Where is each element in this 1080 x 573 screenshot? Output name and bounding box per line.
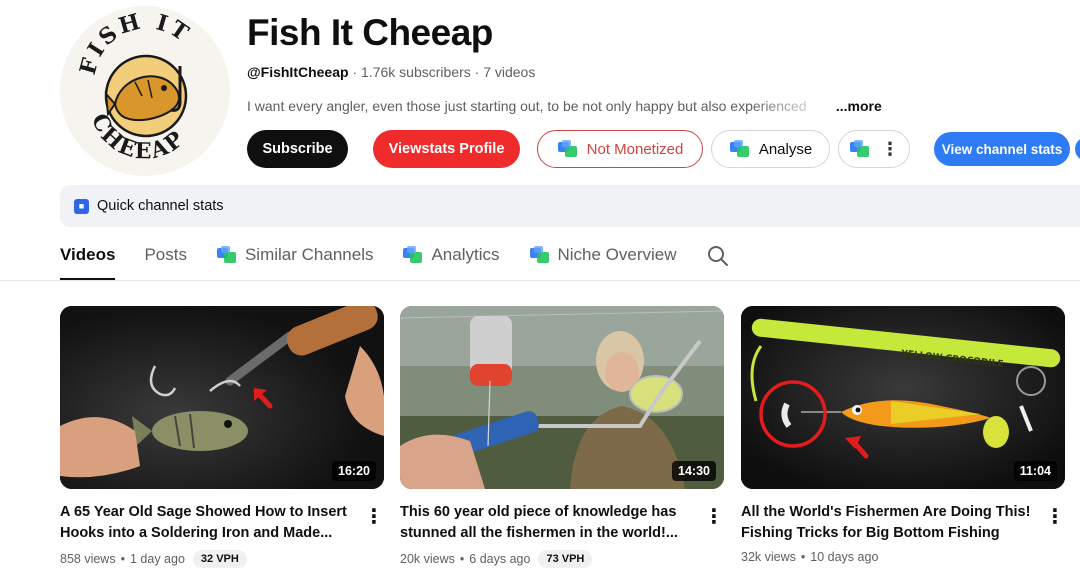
channel-tabs: Videos Posts Similar Channels Analytics … [60, 240, 730, 280]
meta-dot: • [120, 552, 125, 566]
channel-logo: FISH IT CHEEAP [60, 6, 230, 176]
more-vert-icon: ⋮ [881, 139, 899, 159]
description-text: I want every angler, even those just sta… [247, 98, 807, 114]
video-count: 7 videos [483, 64, 536, 80]
video-meta: 858 views • 1 day ago 32 VPH [60, 550, 247, 568]
search-icon[interactable] [706, 244, 730, 268]
tab-label: Analytics [431, 245, 500, 264]
video-duration: 16:20 [332, 461, 376, 481]
video-duration: 14:30 [672, 461, 716, 481]
tab-label: Posts [144, 245, 187, 264]
not-monetized-label: Not Monetized [586, 140, 684, 158]
video-meta: 32k views • 10 days ago [741, 550, 878, 564]
channel-meta: @FishItCheeap · 1.76k subscribers · 7 vi… [247, 64, 535, 80]
video-meta: 20k views • 6 days ago 73 VPH [400, 550, 593, 568]
stats-icon: ■ [74, 198, 89, 214]
video-age: 10 days ago [810, 550, 879, 564]
video-views: 32k views [741, 550, 796, 564]
subscriber-count: 1.76k subscribers [361, 64, 471, 80]
video-menu-icon[interactable]: ⋮ [704, 504, 724, 528]
quick-channel-stats-bar[interactable]: ■ Quick channel stats [60, 185, 1080, 227]
viewstats-icon [216, 246, 236, 263]
more-link[interactable]: ...more [836, 98, 882, 114]
view-channel-stats-button[interactable]: View channel stats [934, 132, 1070, 166]
overflow-button[interactable] [1075, 137, 1080, 161]
channel-description[interactable]: I want every angler, even those just sta… [247, 98, 887, 114]
meta-separator: · [474, 64, 480, 80]
video-title[interactable]: A 65 Year Old Sage Showed How to Insert … [60, 502, 350, 544]
tab-analytics[interactable]: Analytics [402, 240, 500, 280]
channel-handle[interactable]: @FishItCheeap [247, 64, 349, 80]
tab-label: Videos [60, 245, 116, 264]
quick-stats-label: Quick channel stats [97, 198, 224, 214]
video-menu-icon[interactable]: ⋮ [1045, 504, 1065, 528]
analyse-label: Analyse [758, 140, 813, 158]
tab-similar-channels[interactable]: Similar Channels [216, 240, 374, 280]
tab-videos[interactable]: Videos [60, 240, 116, 280]
tab-label: Niche Overview [557, 245, 677, 264]
viewstats-icon [529, 246, 549, 263]
tab-posts[interactable]: Posts [144, 240, 187, 280]
channel-avatar[interactable]: FISH IT CHEEAP [60, 6, 230, 176]
meta-dot: • [459, 552, 465, 566]
vph-badge: 73 VPH [538, 550, 593, 568]
channel-title: Fish It Cheeap [247, 12, 493, 53]
viewstats-profile-button[interactable]: Viewstats Profile [373, 130, 520, 168]
video-title[interactable]: This 60 year old piece of knowledge has … [400, 502, 690, 544]
video-age: 1 day ago [129, 552, 185, 566]
tab-label: Similar Channels [244, 245, 374, 264]
viewstats-icon [729, 140, 749, 157]
video-thumbnail[interactable]: 16:20 [60, 306, 384, 489]
video-thumbnail[interactable]: 14:30 [400, 306, 724, 489]
not-monetized-button[interactable]: Not Monetized [537, 130, 703, 168]
video-duration: 11:04 [1013, 461, 1057, 481]
analyse-button[interactable]: Analyse [711, 130, 830, 168]
viewstats-icon [850, 140, 869, 157]
vph-badge: 32 VPH [192, 550, 247, 568]
video-title[interactable]: All the World's Fishermen Are Doing This… [741, 502, 1031, 544]
subscribe-button[interactable]: Subscribe [247, 130, 348, 168]
viewstats-icon [557, 140, 577, 157]
video-views: 20k views [400, 552, 455, 566]
more-options-button[interactable]: ⋮ [838, 130, 910, 168]
meta-dot: • [800, 550, 806, 564]
meta-separator: · [352, 64, 358, 80]
video-card[interactable]: 16:20 A 65 Year Old Sage Showed How to I… [60, 306, 384, 568]
video-menu-icon[interactable]: ⋮ [364, 504, 384, 528]
video-age: 6 days ago [469, 552, 531, 566]
tab-niche-overview[interactable]: Niche Overview [529, 240, 677, 280]
viewstats-icon [403, 246, 423, 263]
tabs-divider [0, 280, 1080, 281]
video-card[interactable]: YELLOW CROCODILE 11:04 All the World's F… [741, 306, 1065, 564]
video-card[interactable]: 14:30 This 60 year old piece of knowledg… [400, 306, 724, 568]
video-views: 858 views [60, 552, 116, 566]
video-thumbnail[interactable]: YELLOW CROCODILE 11:04 [741, 306, 1065, 489]
